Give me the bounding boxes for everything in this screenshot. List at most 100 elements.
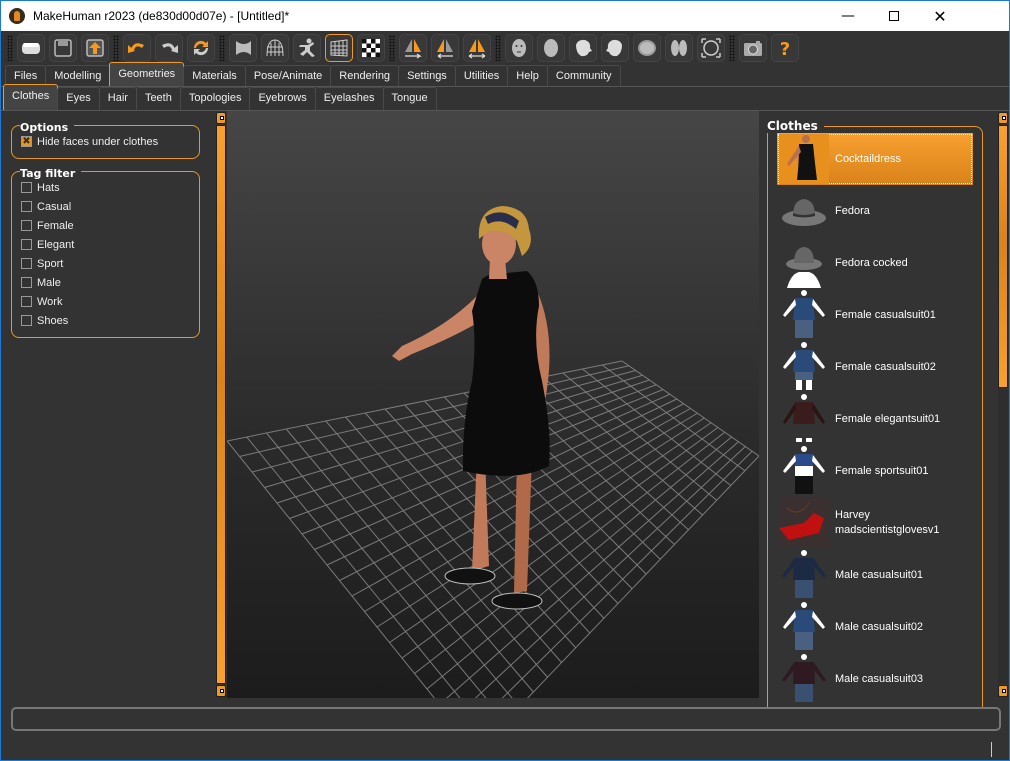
tab-settings[interactable]: Settings (398, 65, 456, 86)
smooth-button[interactable] (229, 34, 257, 62)
background-button[interactable] (357, 34, 385, 62)
wireframe-button[interactable] (261, 34, 289, 62)
toolbar-grip[interactable] (7, 35, 13, 61)
scroll-up-button[interactable] (998, 112, 1008, 124)
clothes-thumbnail (779, 550, 829, 600)
clothes-item[interactable]: Male casualsuit03 (777, 653, 973, 705)
clothes-item[interactable]: Fedora cocked (777, 237, 973, 289)
size-grip (991, 742, 992, 757)
checkbox-unchecked-icon[interactable] (21, 220, 32, 231)
checkbox-unchecked-icon[interactable] (21, 296, 32, 307)
checkbox-unchecked-icon[interactable] (21, 315, 32, 326)
subtab-tongue[interactable]: Tongue (382, 87, 437, 110)
svg-text:?: ? (780, 39, 790, 59)
symmetry-right-button[interactable] (399, 34, 427, 62)
tag-filter-group: Tag filter Hats Casual Female Elegant Sport M… (11, 167, 200, 338)
maximize-button[interactable] (871, 1, 917, 31)
subtab-eyebrows[interactable]: Eyebrows (249, 87, 316, 110)
scroll-up-button[interactable] (216, 112, 226, 124)
checkbox-unchecked-icon[interactable] (21, 182, 32, 193)
front-view-button[interactable] (505, 34, 533, 62)
scroll-track[interactable] (998, 389, 1008, 684)
scroll-down-button[interactable] (216, 685, 226, 697)
grid-line (474, 446, 746, 698)
checkbox-unchecked-icon[interactable] (21, 201, 32, 212)
clothes-item[interactable]: Cocktaildress (777, 133, 973, 185)
toolbar-grip[interactable] (495, 35, 501, 61)
toolbar-grip[interactable] (389, 35, 395, 61)
clothes-item[interactable]: Female elegantsuit01 (777, 393, 973, 445)
tab-materials[interactable]: Materials (183, 65, 246, 86)
left-scrollbar[interactable] (216, 112, 226, 697)
clothes-item[interactable]: Harvey madscientistglovesv1 (777, 497, 973, 549)
clothes-item[interactable]: Male casualsuit02 (777, 601, 973, 653)
tag-filter-title: Tag filter (20, 167, 82, 180)
subtab-eyelashes[interactable]: Eyelashes (314, 87, 384, 110)
right-scrollbar[interactable] (998, 112, 1008, 697)
symmetry-icon (468, 39, 486, 59)
scroll-handle[interactable] (216, 125, 226, 684)
symmetry-left-button[interactable] (431, 34, 459, 62)
subtab-teeth[interactable]: Teeth (135, 87, 181, 110)
close-button[interactable]: ✕ (917, 1, 963, 31)
screenshot-button[interactable] (739, 34, 767, 62)
tab-files[interactable]: Files (5, 65, 47, 86)
subtab-topologies[interactable]: Topologies (179, 87, 251, 110)
scroll-handle[interactable] (998, 125, 1008, 388)
toolbar-grip[interactable] (219, 35, 225, 61)
reset-camera-button[interactable] (697, 34, 725, 62)
save-button[interactable] (49, 34, 77, 62)
checkbox-unchecked-icon[interactable] (21, 258, 32, 269)
grid-button[interactable] (325, 34, 353, 62)
checkbox-male[interactable]: Male (12, 273, 199, 292)
clothes-item[interactable]: Male casualsuit01 (777, 549, 973, 601)
tab-community[interactable]: Community (546, 65, 621, 86)
subtab-clothes[interactable]: Clothes (3, 84, 59, 110)
wireframe-icon (266, 39, 284, 57)
tab-rendering[interactable]: Rendering (330, 65, 400, 86)
checkbox-hide-faces-under-clothes[interactable]: ✖ Hide faces under clothes (12, 132, 199, 151)
minimize-button[interactable]: — (825, 1, 871, 31)
clothes-item[interactable]: Female casualsuit02 (777, 341, 973, 393)
tab-help[interactable]: Help (507, 65, 548, 86)
app-logo-icon (9, 8, 25, 24)
undo-button[interactable] (123, 34, 151, 62)
load-button[interactable] (17, 34, 45, 62)
checkbox-checked-icon[interactable]: ✖ (21, 136, 32, 147)
toolbar-grip[interactable] (729, 35, 735, 61)
help-button[interactable]: ? (771, 34, 799, 62)
toolbar-grip[interactable] (113, 35, 119, 61)
export-button[interactable] (81, 34, 109, 62)
checkbox-casual[interactable]: Casual (12, 197, 199, 216)
back-view-button[interactable] (537, 34, 565, 62)
checkbox-unchecked-icon[interactable] (21, 239, 32, 250)
tab-pose-animate[interactable]: Pose/Animate (244, 65, 332, 86)
top-view-button[interactable] (633, 34, 661, 62)
clothes-item[interactable]: Fedora (777, 185, 973, 237)
checkbox-female[interactable]: Female (12, 216, 199, 235)
pose-button[interactable] (293, 34, 321, 62)
checkbox-label: Elegant (37, 238, 75, 251)
checkbox-label: Hide faces under clothes (37, 135, 159, 148)
checkbox-unchecked-icon[interactable] (21, 277, 32, 288)
right-view-button[interactable] (601, 34, 629, 62)
scroll-down-button[interactable] (998, 685, 1008, 697)
tab-geometries[interactable]: Geometries (109, 62, 185, 86)
left-view-button[interactable] (569, 34, 597, 62)
reset-button[interactable] (187, 34, 215, 62)
checkbox-work[interactable]: Work (12, 292, 199, 311)
checkbox-elegant[interactable]: Elegant (12, 235, 199, 254)
subtab-eyes[interactable]: Eyes (57, 87, 100, 110)
3d-viewport[interactable] (227, 111, 759, 698)
checkbox-hats[interactable]: Hats (12, 178, 199, 197)
tab-modelling[interactable]: Modelling (45, 65, 111, 86)
symmetry-button[interactable] (463, 34, 491, 62)
checkbox-sport[interactable]: Sport (12, 254, 199, 273)
redo-button[interactable] (155, 34, 183, 62)
bottom-view-button[interactable] (665, 34, 693, 62)
tab-utilities[interactable]: Utilities (454, 65, 509, 86)
clothes-item[interactable]: Female casualsuit01 (777, 289, 973, 341)
checkbox-shoes[interactable]: Shoes (12, 311, 199, 330)
subtab-hair[interactable]: Hair (98, 87, 137, 110)
clothes-item[interactable]: Female sportsuit01 (777, 445, 973, 497)
